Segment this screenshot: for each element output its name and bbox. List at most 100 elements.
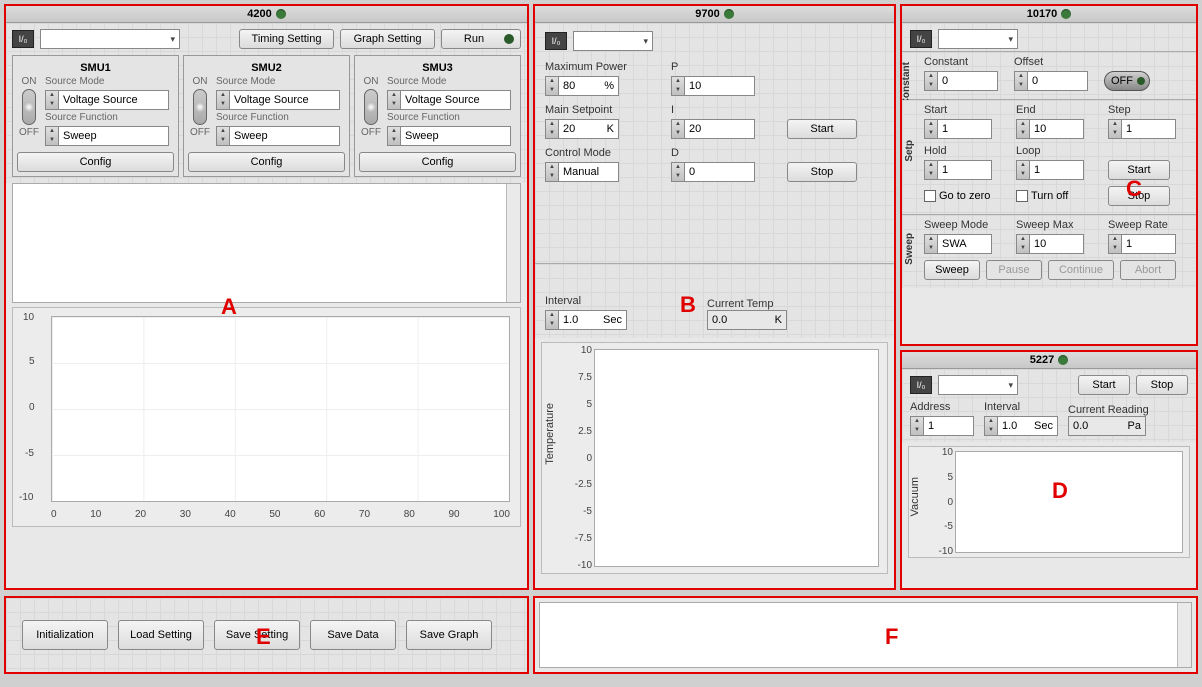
start-9700-button[interactable]: Start	[787, 119, 857, 139]
start-5227-button[interactable]: Start	[1078, 375, 1130, 395]
continue-button[interactable]: Continue	[1048, 260, 1114, 280]
i-input[interactable]: 20	[685, 119, 755, 139]
smu1-function[interactable]: Sweep	[59, 126, 169, 146]
spinner-icon[interactable]	[545, 119, 559, 139]
turn-off-checkbox[interactable]: Turn off	[1016, 186, 1096, 206]
step-input[interactable]: 1	[1122, 119, 1176, 139]
y-tick: 5	[564, 399, 592, 410]
save-setting-button[interactable]: Save Setting	[214, 620, 300, 650]
device-select-10170[interactable]	[938, 29, 1018, 49]
vacuum-axis-label: Vacuum	[909, 477, 921, 517]
i-label: I	[671, 104, 771, 116]
smu3-function[interactable]: Sweep	[401, 126, 511, 146]
end-input[interactable]: 10	[1030, 119, 1084, 139]
data-listbox[interactable]	[12, 183, 521, 303]
spinner-icon[interactable]	[924, 71, 938, 91]
address-input[interactable]: 1	[924, 416, 974, 436]
spinner-icon[interactable]	[216, 126, 230, 146]
panel-9700: 9700 I/₀ Maximum Power 80% P 10 Main Set…	[533, 4, 896, 590]
spinner-icon[interactable]	[671, 119, 685, 139]
load-setting-button[interactable]: Load Setting	[118, 620, 204, 650]
spinner-icon[interactable]	[984, 416, 998, 436]
log-textbox[interactable]	[539, 602, 1192, 668]
panel-5227: 5227 I/₀ Start Stop Address 1 Interval 1…	[900, 350, 1198, 590]
smu1-toggle[interactable]	[22, 89, 36, 125]
spinner-icon[interactable]	[924, 119, 938, 139]
spinner-icon[interactable]	[924, 234, 938, 254]
current-temp-label: Current Temp	[707, 298, 787, 310]
spinner-icon[interactable]	[45, 90, 59, 110]
spinner-icon[interactable]	[387, 90, 401, 110]
spinner-icon[interactable]	[910, 416, 924, 436]
device-select-9700[interactable]	[573, 31, 653, 51]
sweep-mode-input[interactable]: SWA	[938, 234, 992, 254]
abort-button[interactable]: Abort	[1120, 260, 1176, 280]
smu3-config-button[interactable]: Config	[359, 152, 516, 172]
scrollbar[interactable]	[1177, 603, 1191, 667]
spinner-icon[interactable]	[545, 76, 559, 96]
stop-9700-button[interactable]: Stop	[787, 162, 857, 182]
initialization-button[interactable]: Initialization	[22, 620, 108, 650]
spinner-icon[interactable]	[671, 76, 685, 96]
sweep-button[interactable]: Sweep	[924, 260, 980, 280]
device-select-5227[interactable]	[938, 375, 1018, 395]
goto-zero-checkbox[interactable]: Go to zero	[924, 186, 1004, 206]
spinner-icon[interactable]	[924, 160, 938, 180]
graph-setting-button[interactable]: Graph Setting	[340, 29, 435, 49]
smu1-config-button[interactable]: Config	[17, 152, 174, 172]
smu2-function[interactable]: Sweep	[230, 126, 340, 146]
max-power-input[interactable]: 80%	[559, 76, 619, 96]
d-input[interactable]: 0	[685, 162, 755, 182]
spinner-icon[interactable]	[1016, 119, 1030, 139]
interval-5227-input[interactable]: 1.0Sec	[998, 416, 1058, 436]
spinner-icon[interactable]	[387, 126, 401, 146]
x-tick: 10	[90, 509, 101, 520]
smu2-config-button[interactable]: Config	[188, 152, 345, 172]
save-data-button[interactable]: Save Data	[310, 620, 396, 650]
run-button[interactable]: Run	[441, 29, 521, 49]
setp-stop-button[interactable]: Stop	[1108, 186, 1170, 206]
device-select[interactable]	[40, 29, 180, 49]
hold-input[interactable]: 1	[938, 160, 992, 180]
spinner-icon[interactable]	[545, 162, 559, 182]
spinner-icon[interactable]	[1108, 119, 1122, 139]
spinner-icon[interactable]	[671, 162, 685, 182]
loop-input[interactable]: 1	[1030, 160, 1084, 180]
interval-input[interactable]: 1.0Sec	[559, 310, 627, 330]
smu3-toggle[interactable]	[364, 89, 378, 125]
sweep-max-input[interactable]: 10	[1030, 234, 1084, 254]
start-input[interactable]: 1	[938, 119, 992, 139]
timing-setting-button[interactable]: Timing Setting	[239, 29, 334, 49]
spinner-icon[interactable]	[1108, 234, 1122, 254]
pause-button[interactable]: Pause	[986, 260, 1042, 280]
save-graph-button[interactable]: Save Graph	[406, 620, 492, 650]
main-setpoint-input[interactable]: 20K	[559, 119, 619, 139]
setp-start-button[interactable]: Start	[1108, 160, 1170, 180]
step-label: Step	[1108, 104, 1188, 116]
sweep-rate-input[interactable]: 1	[1122, 234, 1176, 254]
start-label: Start	[924, 104, 1004, 116]
spinner-icon[interactable]	[1016, 234, 1030, 254]
source-mode-label: Source Mode	[216, 76, 345, 87]
spinner-icon[interactable]	[545, 310, 559, 330]
end-label: End	[1016, 104, 1096, 116]
panel-9700-title: 9700	[535, 6, 894, 23]
constant-input[interactable]: 0	[938, 71, 998, 91]
smu1-mode[interactable]: Voltage Source	[59, 90, 169, 110]
spinner-icon[interactable]	[216, 90, 230, 110]
smu3-mode[interactable]: Voltage Source	[401, 90, 511, 110]
spinner-icon[interactable]	[45, 126, 59, 146]
stop-5227-button[interactable]: Stop	[1136, 375, 1188, 395]
x-tick: 40	[225, 509, 236, 520]
spinner-icon[interactable]	[1016, 160, 1030, 180]
y-tick: 5	[29, 356, 35, 367]
control-mode-input[interactable]: Manual	[559, 162, 619, 182]
off-toggle-button[interactable]: OFF	[1104, 71, 1150, 91]
scrollbar[interactable]	[506, 184, 520, 302]
p-input[interactable]: 10	[685, 76, 755, 96]
smu2-toggle[interactable]	[193, 89, 207, 125]
status-led-icon	[724, 9, 734, 19]
offset-input[interactable]: 0	[1028, 71, 1088, 91]
spinner-icon[interactable]	[1014, 71, 1028, 91]
smu2-mode[interactable]: Voltage Source	[230, 90, 340, 110]
